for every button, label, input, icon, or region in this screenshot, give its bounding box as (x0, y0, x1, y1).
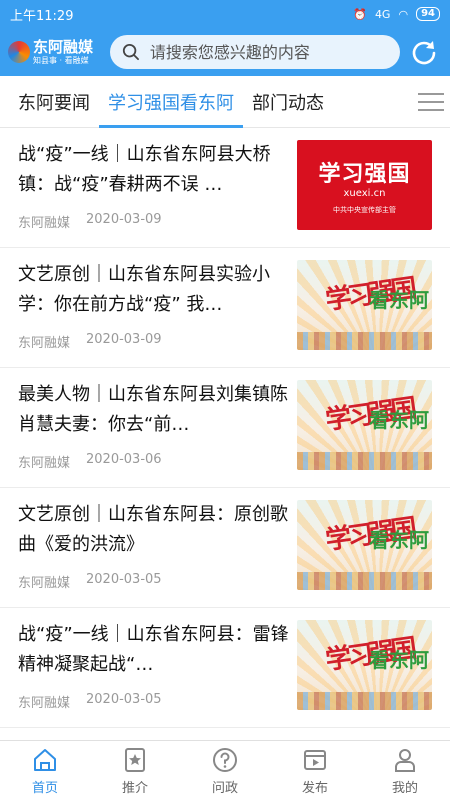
thumb-url: xuexi.cn (343, 187, 386, 199)
tabbar-home[interactable]: 首页 (0, 741, 90, 800)
article-thumbnail: 学习强国 看东阿 (297, 260, 432, 350)
battery-icon: 94 (416, 7, 440, 21)
thumb-caption: 看东阿 (369, 288, 429, 312)
tab-dong-e-news[interactable]: 东阿要闻 (0, 76, 99, 128)
tabbar-label: 发布 (301, 780, 328, 796)
alarm-icon: ⏰ (353, 7, 367, 21)
tabbar-publish[interactable]: 发布 (270, 741, 360, 800)
list-item[interactable]: 文艺原创｜山东省东阿县实验小学：你在前方战“疫” 我… 东阿融媒 2020-03… (0, 248, 450, 368)
article-title: 最美人物｜山东省东阿县刘集镇陈肖慧夫妻：你去“前… (18, 384, 288, 435)
search-icon (122, 43, 139, 61)
article-date: 2020-03-06 (86, 452, 162, 467)
logo-slogan: 知县事 · 看融媒 (33, 55, 89, 65)
thumb-brand: 学习强国 (318, 160, 411, 187)
question-icon (213, 747, 237, 772)
search-bar[interactable] (110, 35, 400, 69)
article-date: 2020-03-09 (86, 212, 162, 227)
article-thumbnail: 学习强国 看东阿 (297, 620, 432, 710)
tabbar-label: 首页 (31, 780, 58, 796)
article-thumbnail: 学习强国 xuexi.cn 中共中央宣传部主管 (297, 140, 432, 230)
article-list: 战“疫”一线｜山东省东阿县大桥镇：战“疫”春耕两不误 … 东阿融媒 2020-0… (0, 128, 450, 728)
wifi-icon: ◠ (398, 7, 409, 21)
tabbar-recommend[interactable]: 推介 (90, 741, 180, 800)
article-date: 2020-03-05 (86, 692, 162, 707)
article-title: 战“疫”一线｜山东省东阿县大桥镇：战“疫”春耕两不误 … (18, 144, 271, 195)
list-item[interactable]: 战“疫”一线｜山东省东阿县大桥镇：战“疫”春耕两不误 … 东阿融媒 2020-0… (0, 128, 450, 248)
user-icon (395, 748, 415, 772)
tabbar-label: 问政 (211, 780, 238, 796)
search-input[interactable] (149, 42, 388, 62)
article-title: 文艺原创｜山东省东阿县：原创歌曲《爱的洪流》 (18, 504, 288, 555)
refresh-icon[interactable] (410, 38, 438, 66)
article-title: 战“疫”一线｜山东省东阿县：雷锋精神凝聚起战“… (18, 624, 289, 675)
tabbar-inquiry[interactable]: 问政 (180, 741, 270, 800)
status-bar: 上午11:29 ⏰ 4G ◠ 94 (0, 0, 450, 28)
list-item[interactable]: 战“疫”一线｜山东省东阿县：雷锋精神凝聚起战“… 东阿融媒 2020-03-05… (0, 608, 450, 728)
article-source: 东阿融媒 (18, 576, 71, 591)
article-date: 2020-03-09 (86, 332, 162, 347)
article-title: 文艺原创｜山东省东阿县实验小学：你在前方战“疫” 我… (18, 264, 270, 315)
thumb-caption: 看东阿 (369, 528, 429, 552)
article-thumbnail: 学习强国 看东阿 (297, 380, 432, 470)
article-source: 东阿融媒 (18, 456, 71, 471)
status-icons: ⏰ 4G ◠ 94 (353, 7, 440, 21)
logo-name: 东阿融媒 (33, 37, 94, 56)
list-item[interactable]: 文艺原创｜山东省东阿县：原创歌曲《爱的洪流》 东阿融媒 2020-03-05 学… (0, 488, 450, 608)
network-icon: 4G (374, 7, 391, 21)
logo-swirl-icon (8, 41, 30, 63)
thumb-caption: 看东阿 (369, 648, 429, 672)
app-logo: 东阿融媒 知县事 · 看融媒 (8, 32, 104, 72)
tabbar-label: 推介 (121, 780, 148, 796)
tab-department-news[interactable]: 部门动态 (243, 76, 333, 128)
star-book-icon (125, 747, 145, 772)
article-source: 东阿融媒 (18, 336, 71, 351)
home-icon (34, 748, 56, 771)
app-header: 东阿融媒 知县事 · 看融媒 (0, 28, 450, 76)
article-date: 2020-03-05 (86, 572, 162, 587)
article-source: 东阿融媒 (18, 216, 71, 231)
thumb-caption: 看东阿 (369, 408, 429, 432)
article-source: 东阿融媒 (18, 696, 71, 711)
list-item[interactable]: 最美人物｜山东省东阿县刘集镇陈肖慧夫妻：你去“前… 东阿融媒 2020-03-0… (0, 368, 450, 488)
tabbar-mine[interactable]: 我的 (360, 741, 450, 800)
category-tabs: 东阿要闻 学习强国看东阿 部门动态 (0, 76, 450, 128)
tabbar-label: 我的 (391, 780, 418, 796)
video-icon (304, 749, 326, 770)
bottom-tab-bar: 首页 推介 问政 发布 我的 (0, 740, 450, 800)
article-thumbnail: 学习强国 看东阿 (297, 500, 432, 590)
tab-xuexi-dong-e[interactable]: 学习强国看东阿 (99, 76, 243, 128)
status-time: 上午11:29 (10, 8, 74, 24)
channel-menu-icon[interactable] (418, 91, 444, 113)
thumb-sub: 中共中央宣传部主管 (333, 205, 396, 214)
